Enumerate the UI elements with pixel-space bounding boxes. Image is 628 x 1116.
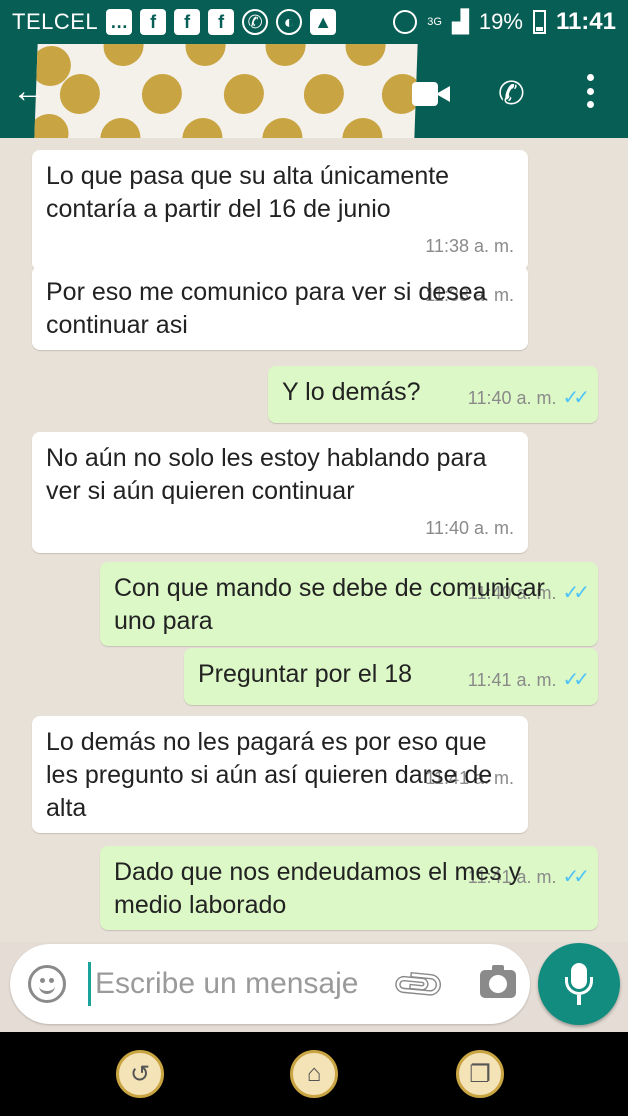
attachment-icon[interactable]: 📎︎ — [388, 954, 450, 1016]
message-input[interactable] — [88, 962, 378, 1006]
message-time: 11:40 a. m. — [425, 518, 514, 538]
message-outgoing[interactable]: Con que mando se debe de comunicar uno p… — [100, 562, 598, 646]
facebook-icon: f — [174, 9, 201, 35]
phone-icon[interactable]: ✆ — [498, 74, 525, 112]
message-status: 11:40 a. m. ✓✓ — [467, 382, 590, 415]
alarm-icon — [393, 10, 418, 34]
whatsapp-icon: ✆ — [242, 9, 269, 35]
message-text: Dado que nos endeudamos el mes y medio l… — [114, 858, 522, 919]
message-icon: … — [106, 9, 133, 35]
emoji-icon[interactable] — [28, 965, 66, 1003]
facebook-icon: f — [208, 9, 235, 35]
contact-redaction-sticker — [34, 44, 418, 138]
more-vertical-icon[interactable] — [578, 74, 602, 108]
message-time: 11:41 a. m. — [467, 670, 557, 690]
message-incoming[interactable]: Lo que pasa que su alta únicamente conta… — [32, 150, 528, 271]
image-icon: ▲ — [310, 9, 337, 35]
message-text: Lo demás no les pagará es por eso que le… — [46, 728, 493, 822]
facebook-icon: f — [140, 9, 167, 35]
video-call-icon[interactable] — [412, 82, 452, 106]
read-receipt-icon: ✓✓ — [562, 582, 589, 604]
network-type: 3G — [427, 16, 442, 28]
message-text: Lo que pasa que su alta únicamente conta… — [46, 162, 450, 223]
clock: 11:41 — [555, 8, 616, 35]
back-arrow-icon[interactable]: ← — [12, 74, 46, 108]
battery-icon — [532, 10, 546, 34]
message-text: No aún no solo les estoy hablando para v… — [46, 444, 487, 505]
message-incoming[interactable]: No aún no solo les estoy hablando para v… — [32, 432, 528, 553]
message-outgoing[interactable]: Y lo demás? 11:40 a. m. ✓✓ — [268, 366, 598, 423]
read-receipt-icon: ✓✓ — [562, 669, 589, 691]
message-text: Con que mando se debe de comunicar uno p… — [114, 574, 545, 635]
message-time: 11:38 a. m. — [425, 236, 514, 256]
message-status: 11:41 a. m. ✓✓ — [467, 664, 590, 697]
message-text: Por eso me comunico para ver si desea co… — [46, 278, 487, 339]
signal-icon: ▟ — [451, 9, 469, 34]
read-receipt-icon: ✓✓ — [562, 387, 589, 409]
message-incoming[interactable]: Lo demás no les pagará es por eso que le… — [32, 716, 528, 833]
message-outgoing[interactable]: Dado que nos endeudamos el mes y medio l… — [100, 846, 598, 930]
nav-back-icon[interactable]: ↺ — [116, 1050, 164, 1098]
navigation-bar: ↺ ⌂ ❐ — [0, 1032, 628, 1116]
message-incoming[interactable]: Por eso me comunico para ver si desea co… — [32, 266, 528, 350]
chat-header: ← ✆ — [0, 44, 628, 138]
compose-bar: 📎︎ — [10, 944, 530, 1024]
app-icon: ◐ — [276, 9, 303, 35]
message-outgoing[interactable]: Preguntar por el 18 11:41 a. m. ✓✓ — [184, 648, 598, 705]
status-bar: TELCEL … f f f ✆ ◐ ▲ 3G ▟ 19% 11:41 — [0, 0, 628, 44]
battery-percent: 19% — [478, 9, 523, 34]
notification-icons: … f f f ✆ ◐ ▲ — [106, 9, 337, 35]
camera-icon[interactable] — [480, 965, 516, 998]
nav-home-icon[interactable]: ⌂ — [290, 1050, 338, 1098]
carrier-name: TELCEL — [12, 9, 99, 34]
message-time: 11:40 a. m. — [467, 388, 557, 408]
message-text: Preguntar por el 18 — [198, 660, 413, 688]
read-receipt-icon: ✓✓ — [562, 866, 589, 888]
message-list[interactable]: Lo que pasa que su alta únicamente conta… — [0, 138, 628, 942]
voice-record-button[interactable] — [538, 943, 620, 1025]
nav-recent-apps-icon[interactable]: ❐ — [456, 1050, 504, 1098]
message-text: Y lo demás? — [282, 378, 421, 406]
